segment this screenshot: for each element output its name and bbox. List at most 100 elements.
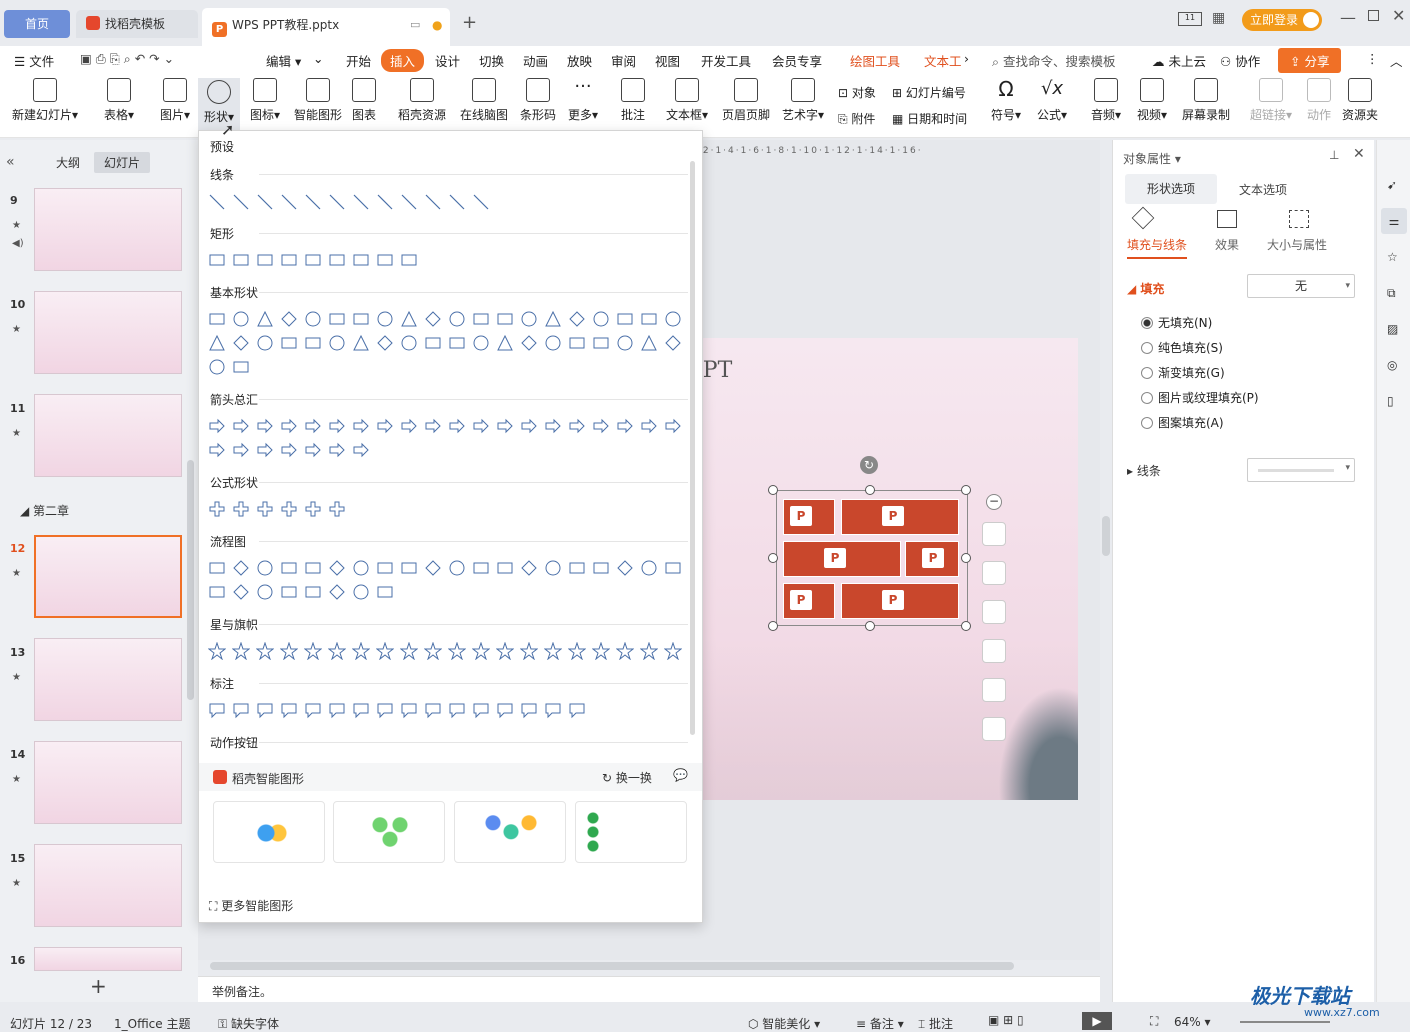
video-button[interactable]: 视频▾ (1134, 78, 1170, 123)
shape-option-icon[interactable] (280, 583, 298, 601)
chart-button[interactable]: 图表 (350, 78, 378, 123)
shape-option-icon[interactable] (328, 310, 346, 328)
shape-option-icon[interactable] (400, 559, 418, 577)
maximize-icon[interactable] (1368, 10, 1379, 21)
shape-option-icon[interactable] (256, 193, 274, 211)
shape-option-icon[interactable] (303, 641, 323, 661)
shape-option-icon[interactable] (471, 641, 491, 661)
shape-option-icon[interactable] (280, 441, 298, 459)
shape-option-icon[interactable] (592, 417, 610, 435)
date-time-button[interactable]: ▦ 日期和时间 (892, 110, 967, 127)
shape-option-icon[interactable] (231, 641, 251, 661)
shape-option-icon[interactable] (520, 559, 538, 577)
line-section[interactable]: ▸ 线条 (1127, 462, 1161, 479)
shape-option-icon[interactable] (208, 193, 226, 211)
shape-option-icon[interactable] (328, 251, 346, 269)
shape-option-icon[interactable] (423, 641, 443, 661)
slide-thumb-16[interactable] (34, 947, 182, 971)
shape-option-icon[interactable] (424, 559, 442, 577)
rect-shapes[interactable] (208, 251, 688, 269)
radio-pattern-fill[interactable]: 图案填充(A) (1141, 414, 1224, 431)
shape-option-icon[interactable] (448, 559, 466, 577)
shape-option-icon[interactable] (280, 310, 298, 328)
slide-thumb-11[interactable] (34, 394, 182, 477)
barcode-button[interactable]: 条形码 (518, 78, 558, 123)
shape-option-icon[interactable] (520, 310, 538, 328)
grid-apps-icon[interactable]: ▦ (1212, 10, 1225, 26)
shape-option-icon[interactable] (496, 701, 514, 719)
shape-option-icon[interactable] (448, 334, 466, 352)
shape-option-icon[interactable] (400, 310, 418, 328)
chapter-section[interactable]: ◢ 第二章 (20, 502, 69, 519)
properties-icon[interactable]: ⚌ (1381, 208, 1407, 234)
shape-option-icon[interactable] (304, 441, 322, 459)
shape-option-icon[interactable] (664, 310, 682, 328)
outline-tab[interactable]: 大纲 (56, 154, 80, 171)
tab-size-property[interactable]: 大小与属性 (1267, 236, 1327, 253)
quick-access-icons[interactable]: ▣ ⎙ ⎘ ⌕ ↶ ↷ ⌄ (80, 51, 174, 67)
shape-option-icon[interactable] (544, 559, 562, 577)
shape-option-icon[interactable] (256, 310, 274, 328)
art-text-button[interactable]: 艺术字▾ (780, 78, 826, 123)
star-outline-icon[interactable]: ☆ (1387, 250, 1398, 264)
shape-option-icon[interactable] (424, 417, 442, 435)
resize-handle[interactable] (768, 553, 778, 563)
shape-option-icon[interactable] (544, 417, 562, 435)
shape-option-icon[interactable] (567, 641, 587, 661)
basic-shapes[interactable] (208, 310, 688, 376)
shape-option-icon[interactable] (280, 500, 298, 518)
menu-transition[interactable]: 切换 (479, 51, 504, 70)
radio-solid-fill[interactable]: 纯色填充(S) (1141, 339, 1223, 356)
layers-float-icon[interactable] (982, 561, 1006, 585)
brush-float-icon[interactable] (982, 600, 1006, 624)
shape-option-icon[interactable] (448, 193, 466, 211)
shape-option-icon[interactable] (232, 193, 250, 211)
monitor-icon[interactable]: ▭ (410, 8, 420, 42)
shape-option-icon[interactable] (280, 417, 298, 435)
header-footer-button[interactable]: 页眉页脚 (720, 78, 772, 123)
shape-option-icon[interactable] (328, 417, 346, 435)
shape-option-icon[interactable] (568, 334, 586, 352)
smart-beautify[interactable]: ⬡ 智能美化 ▾ (748, 1015, 820, 1032)
shape-option-icon[interactable] (640, 310, 658, 328)
copy-icon[interactable]: ⧉ (1387, 286, 1396, 301)
line-select[interactable]: ▾ (1247, 458, 1355, 482)
shape-option-icon[interactable] (328, 559, 346, 577)
tab-effect[interactable]: 效果 (1215, 236, 1239, 253)
shape-option-icon[interactable] (496, 559, 514, 577)
shape-option-icon[interactable] (256, 500, 274, 518)
shape-option-icon[interactable] (351, 641, 371, 661)
shape-option-icon[interactable] (352, 334, 370, 352)
shape-option-icon[interactable] (544, 334, 562, 352)
menu-text-tools[interactable]: 文本工 (924, 51, 962, 70)
shape-option-icon[interactable] (208, 417, 226, 435)
slide-thumb-10[interactable] (34, 291, 182, 374)
smart-graphic-card[interactable] (213, 801, 325, 863)
menu-review[interactable]: 审阅 (611, 51, 636, 70)
shape-option-icon[interactable] (400, 251, 418, 269)
shape-option-icon[interactable] (496, 310, 514, 328)
shape-option-icon[interactable] (232, 500, 250, 518)
audio-button[interactable]: 音频▾ (1088, 78, 1124, 123)
lines-shapes[interactable] (208, 193, 688, 211)
dropdown-scrollbar[interactable] (690, 161, 695, 735)
shape-option-icon[interactable] (543, 641, 563, 661)
resize-handle[interactable] (865, 485, 875, 495)
more-insert-button[interactable]: ··· 更多▾ (564, 78, 602, 123)
fit-window-icon[interactable]: ⛶ (1150, 1014, 1158, 1029)
shape-option-icon[interactable] (399, 641, 419, 661)
new-slide-button[interactable]: 新建幻灯片▾ (10, 78, 80, 123)
menu-drawing-tools[interactable]: 绘图工具 (850, 51, 900, 70)
shape-option-icon[interactable] (256, 701, 274, 719)
shape-option-icon[interactable] (352, 251, 370, 269)
collapse-ribbon-icon[interactable]: ︿ (1390, 51, 1403, 70)
location-icon[interactable]: ◎ (1387, 358, 1397, 372)
star-shapes[interactable] (207, 641, 688, 661)
shape-option-icon[interactable] (232, 701, 250, 719)
picture-button[interactable]: 图片▾ (156, 78, 194, 123)
selected-picture-group[interactable]: P P P P P P (776, 490, 968, 626)
shape-option-icon[interactable] (376, 310, 394, 328)
shape-option-icon[interactable] (640, 559, 658, 577)
shape-option-icon[interactable] (448, 310, 466, 328)
resize-handle[interactable] (865, 621, 875, 631)
